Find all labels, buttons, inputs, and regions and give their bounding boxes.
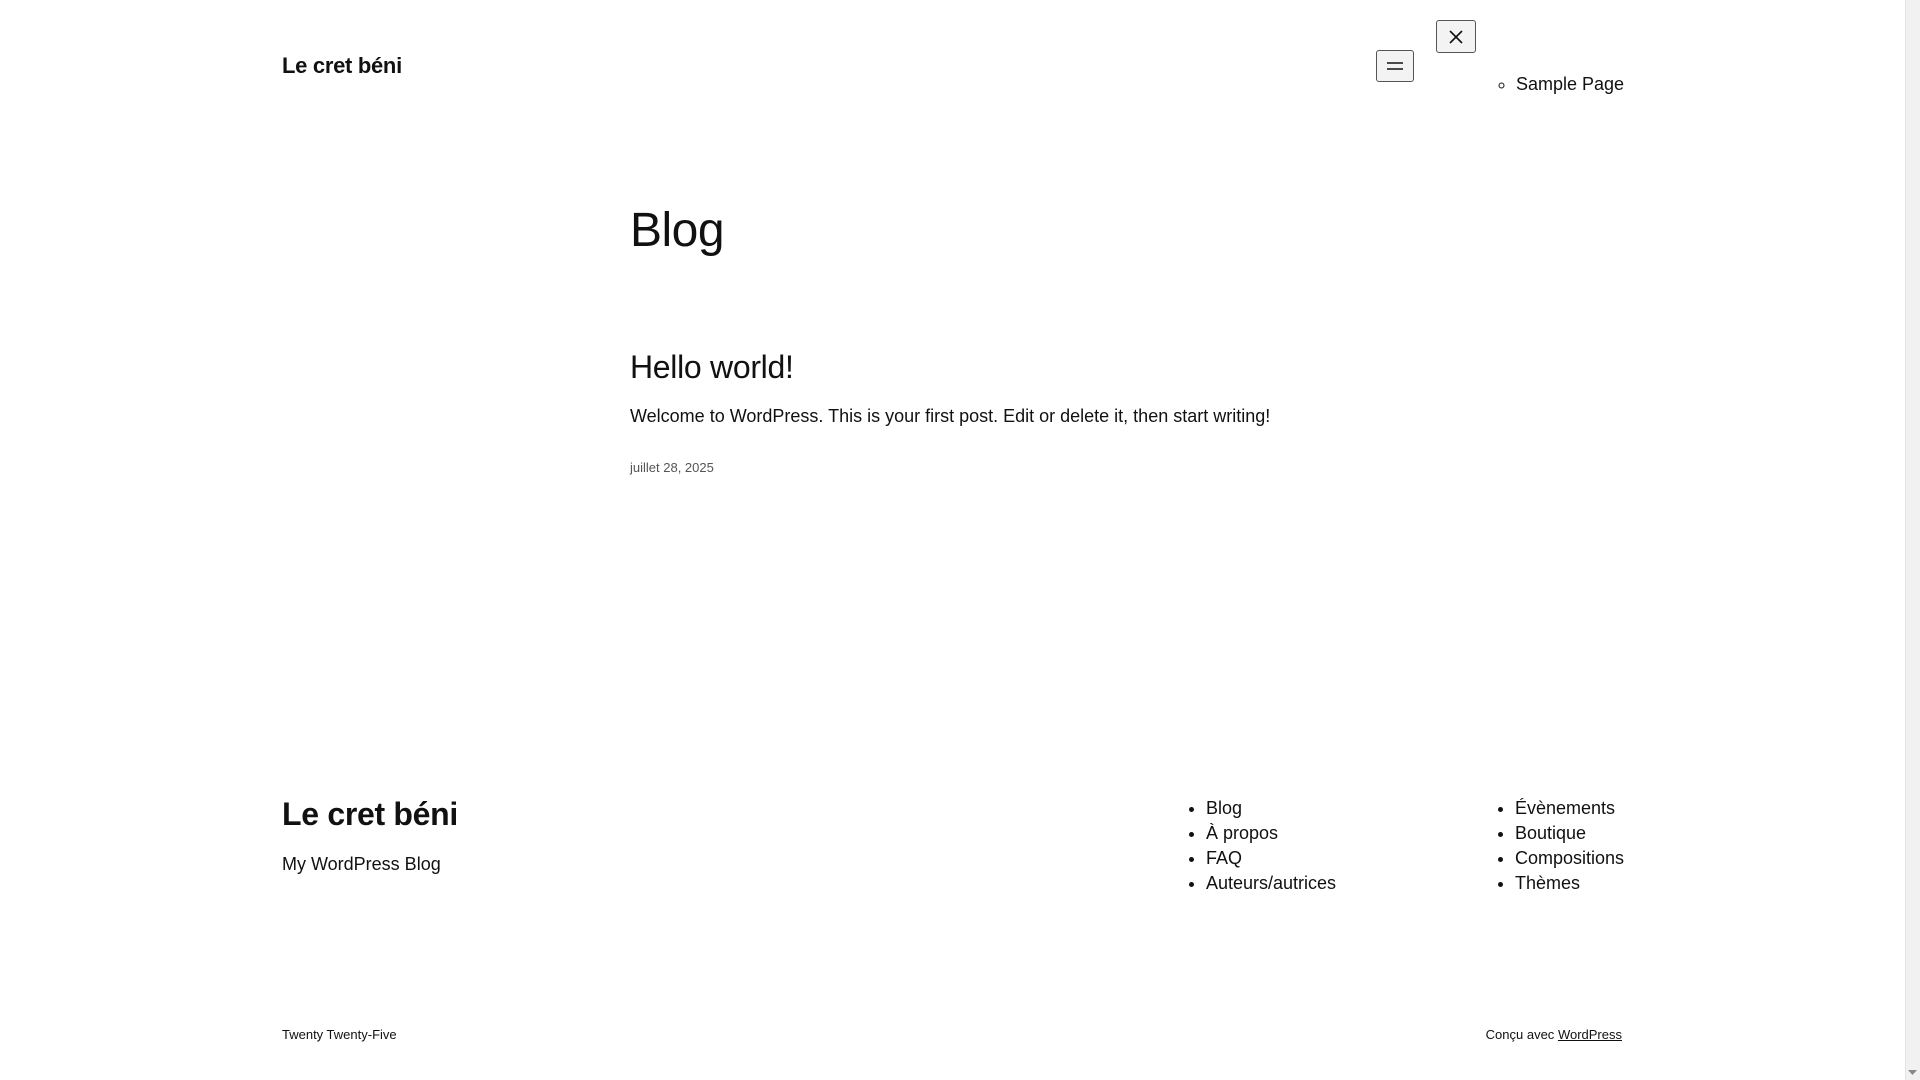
post-title: Hello world! xyxy=(630,347,794,387)
footer-tagline: My WordPress Blog xyxy=(282,854,441,874)
wordpress-link[interactable]: WordPress xyxy=(1558,1027,1622,1042)
footer-nav-item[interactable]: Blog xyxy=(1206,796,1336,821)
footer-nav-item[interactable]: Auteurs/autrices xyxy=(1206,871,1336,896)
nav-link-sample-page[interactable]: Sample Page xyxy=(1516,74,1624,94)
footer-link-compositions[interactable]: Compositions xyxy=(1515,848,1624,868)
post-excerpt: Welcome to WordPress. This is your first… xyxy=(630,406,1271,426)
post-title-link[interactable]: Hello world! xyxy=(630,349,794,385)
footer-link-evenements[interactable]: Évènements xyxy=(1515,798,1615,818)
footer-nav-item[interactable]: FAQ xyxy=(1206,846,1336,871)
footer-nav-item[interactable]: À propos xyxy=(1206,821,1336,846)
powered-by: Conçu avec WordPress xyxy=(1486,1026,1622,1044)
hamburger-menu-icon xyxy=(1387,62,1403,70)
footer-site-title[interactable]: Le cret béni xyxy=(282,794,458,834)
scroll-down-arrow-icon[interactable] xyxy=(1905,1065,1920,1080)
footer-link-auteurs[interactable]: Auteurs/autrices xyxy=(1206,873,1336,893)
footer-link-themes[interactable]: Thèmes xyxy=(1515,873,1580,893)
footer-nav-column-2: Évènements Boutique Compositions Thèmes xyxy=(1495,796,1624,896)
theme-credit-link[interactable]: Twenty Twenty-Five xyxy=(282,1026,397,1044)
footer-nav-item[interactable]: Compositions xyxy=(1515,846,1624,871)
close-menu-button[interactable] xyxy=(1436,20,1476,53)
footer-link-blog[interactable]: Blog xyxy=(1206,798,1242,818)
footer-link-boutique[interactable]: Boutique xyxy=(1515,823,1586,843)
site-title[interactable]: Le cret béni xyxy=(282,52,402,80)
footer-link-a-propos[interactable]: À propos xyxy=(1206,823,1278,843)
footer-nav-column-1: Blog À propos FAQ Auteurs/autrices xyxy=(1186,796,1336,896)
page-title: Blog xyxy=(630,204,725,257)
nav-item-sample-page[interactable]: Sample Page xyxy=(1516,72,1624,96)
footer-nav-item[interactable]: Boutique xyxy=(1515,821,1624,846)
header-nav: Sample Page xyxy=(1496,72,1624,96)
open-menu-button[interactable] xyxy=(1376,50,1414,82)
footer-nav-item[interactable]: Thèmes xyxy=(1515,871,1624,896)
footer-link-faq[interactable]: FAQ xyxy=(1206,848,1242,868)
vertical-scrollbar[interactable] xyxy=(1905,0,1920,1080)
close-icon xyxy=(1449,29,1463,44)
post-date[interactable]: juillet 28, 2025 xyxy=(630,459,714,477)
powered-by-prefix: Conçu avec xyxy=(1485,1027,1555,1042)
footer-nav-item[interactable]: Évènements xyxy=(1515,796,1624,821)
